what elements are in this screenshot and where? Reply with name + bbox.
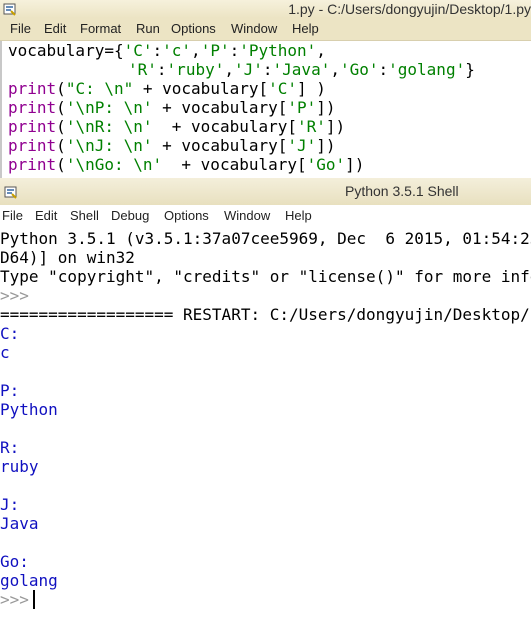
shell-output-line: Python (0, 400, 58, 419)
menu-file[interactable]: File (2, 205, 23, 227)
menu-format[interactable]: Format (80, 18, 121, 40)
editor-window-title: 1.py - C:/Users/dongyujin/Desktop/1.py (288, 1, 531, 17)
menu-help[interactable]: Help (292, 18, 319, 40)
menu-edit[interactable]: Edit (35, 205, 57, 227)
menu-window[interactable]: Window (231, 18, 277, 40)
shell-output-line: ruby (0, 457, 39, 476)
menu-options[interactable]: Options (164, 205, 209, 227)
shell-output-line: golang (0, 571, 58, 590)
shell-output-line: C: (0, 324, 20, 343)
code-line-3: print("C: \n" + vocabulary['C'] ) (8, 79, 326, 98)
text-cursor (32, 590, 35, 609)
shell-output-line: D64)] on win32 (0, 248, 135, 267)
shell-menubar: File Edit Shell Debug Options Window Hel… (0, 205, 531, 228)
shell-titlebar[interactable]: Python 3.5.1 Shell (0, 178, 531, 205)
editor-titlebar[interactable]: 1.py - C:/Users/dongyujin/Desktop/1.py (0, 0, 531, 18)
shell-window-title: Python 3.5.1 Shell (345, 183, 459, 199)
shell-output-line: Go: (0, 552, 29, 571)
code-line-7: print('\nGo: \n' + vocabulary['Go']) (8, 155, 365, 174)
code-line-2: 'R':'ruby','J':'Java','Go':'golang'} (128, 60, 475, 79)
shell-input-line[interactable]: >>> (0, 590, 35, 609)
menu-run[interactable]: Run (136, 18, 160, 40)
menu-help[interactable]: Help (285, 205, 312, 227)
code-line-5: print('\nR: \n' + vocabulary['R']) (8, 117, 346, 136)
menu-file[interactable]: File (10, 18, 31, 40)
editor-window: 1.py - C:/Users/dongyujin/Desktop/1.py F… (0, 0, 531, 178)
menu-edit[interactable]: Edit (44, 18, 66, 40)
python-idle-icon (4, 186, 17, 199)
menu-options[interactable]: Options (171, 18, 216, 40)
menu-window[interactable]: Window (224, 205, 270, 227)
shell-output-line: ================== RESTART: C:/Users/don… (0, 305, 531, 324)
shell-output-line: R: (0, 438, 20, 457)
shell-output-area[interactable]: Python 3.5.1 (v3.5.1:37a07cee5969, Dec 6… (0, 228, 531, 635)
code-editor-area[interactable]: vocabulary={'C':'c','P':'Python', 'R':'r… (0, 41, 531, 178)
shell-output-line: Java (0, 514, 39, 533)
menu-debug[interactable]: Debug (111, 205, 149, 227)
shell-output-line: c (0, 343, 10, 362)
shell-output-line: J: (0, 495, 20, 514)
shell-output-line: >>> (0, 286, 29, 305)
code-line-1: vocabulary={'C':'c','P':'Python', (8, 41, 326, 60)
shell-output-line: Type "copyright", "credits" or "license(… (0, 267, 531, 286)
code-line-6: print('\nJ: \n' + vocabulary['J']) (8, 136, 336, 155)
code-line-4: print('\nP: \n' + vocabulary['P']) (8, 98, 336, 117)
menu-shell[interactable]: Shell (70, 205, 99, 227)
shell-prompt: >>> (0, 590, 29, 609)
shell-output-line: Python 3.5.1 (v3.5.1:37a07cee5969, Dec 6… (0, 229, 531, 248)
shell-output-line: P: (0, 381, 20, 400)
shell-window: Python 3.5.1 Shell File Edit Shell Debug… (0, 178, 531, 635)
editor-menubar: File Edit Format Run Options Window Help (0, 18, 531, 41)
python-idle-icon (3, 3, 16, 16)
